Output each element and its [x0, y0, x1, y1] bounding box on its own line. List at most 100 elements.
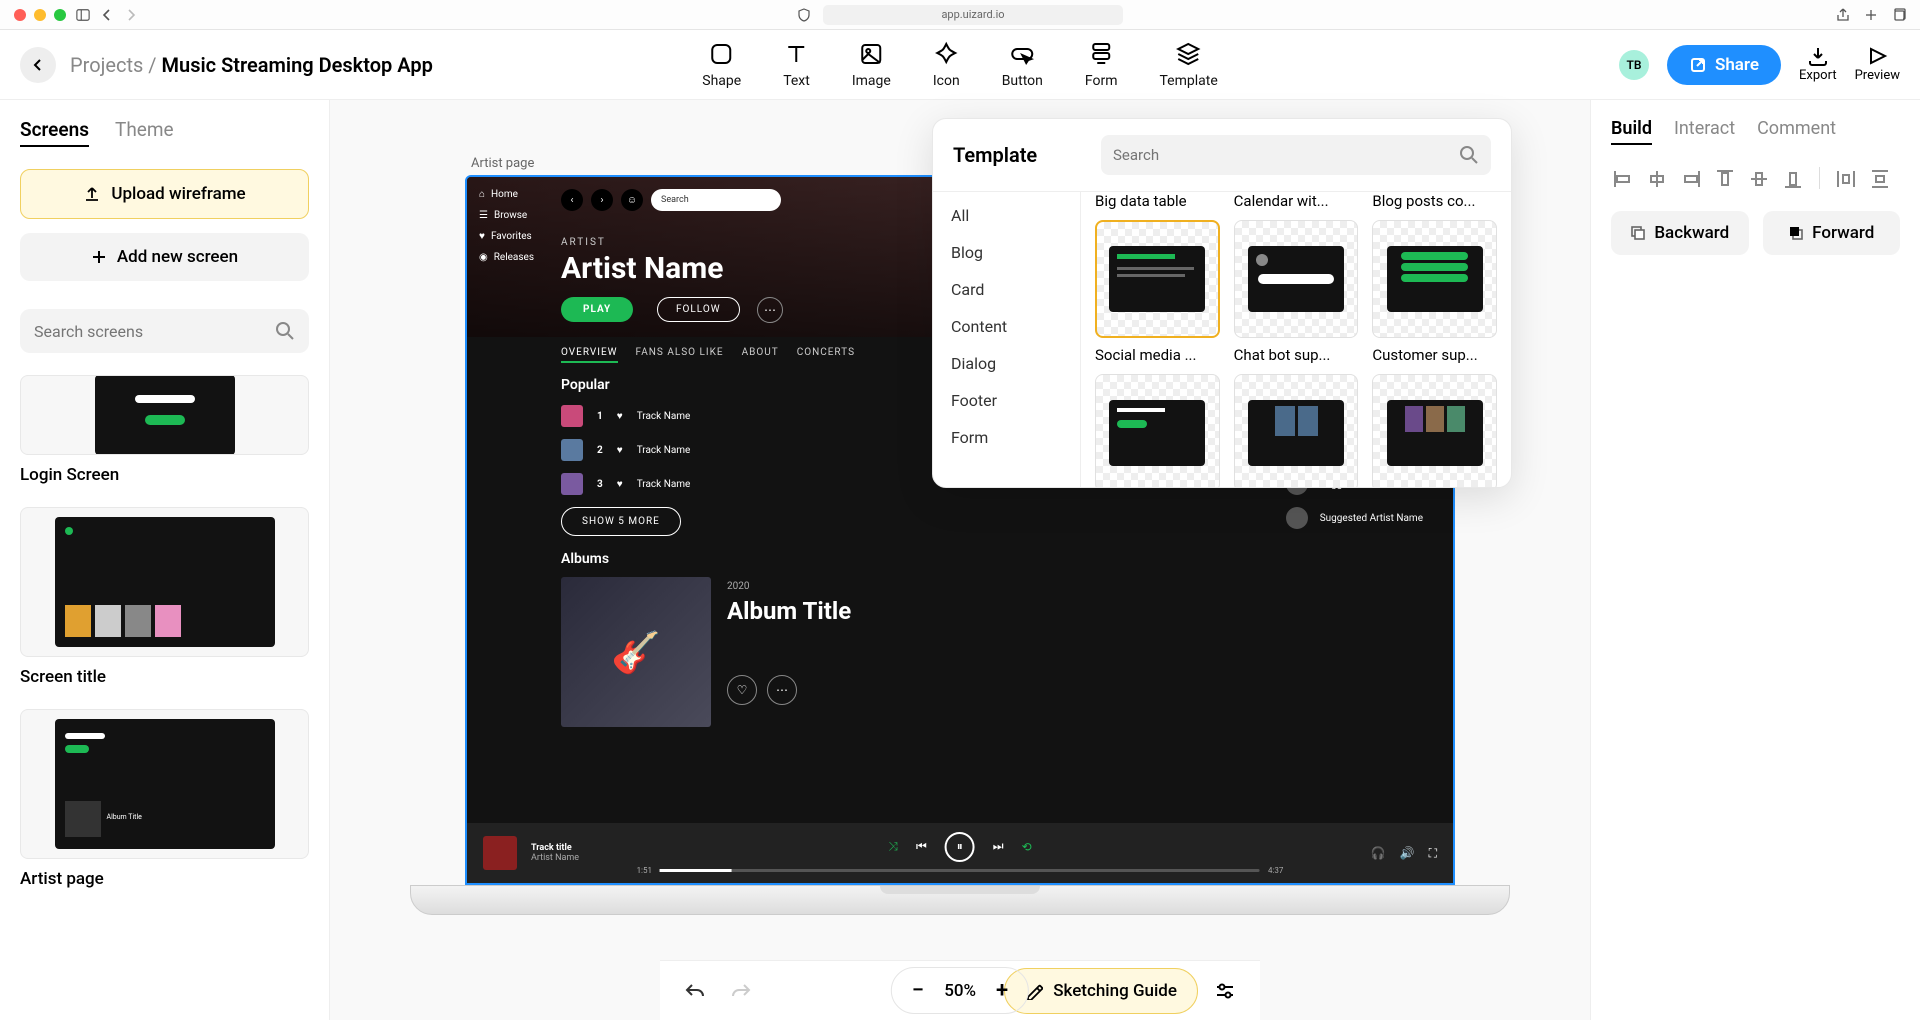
- url-bar[interactable]: app.uizard.io: [823, 5, 1123, 25]
- template-title: Chat bot sup...: [1234, 346, 1359, 364]
- add-screen-button[interactable]: Add new screen: [20, 233, 309, 281]
- template-category[interactable]: Content: [951, 317, 1062, 336]
- app-header: Projects / Music Streaming Desktop App S…: [0, 30, 1920, 100]
- share-button[interactable]: Share: [1667, 45, 1781, 85]
- zoom-in-icon[interactable]: +: [996, 978, 1008, 1003]
- canvas-bottom-bar: − 50% + Sketching Guide: [660, 960, 1260, 1020]
- tool-shape[interactable]: Shape: [702, 41, 741, 89]
- preview-button[interactable]: Preview: [1855, 46, 1900, 83]
- template-search[interactable]: [1101, 135, 1491, 175]
- template-title: Calendar wit...: [1234, 192, 1359, 210]
- close-window-icon[interactable]: [14, 9, 26, 21]
- forward-icon[interactable]: [124, 8, 138, 22]
- maximize-window-icon[interactable]: [54, 9, 66, 21]
- sketching-guide-button[interactable]: Sketching Guide: [1004, 968, 1198, 1014]
- user-icon: ☺: [621, 189, 643, 211]
- align-left-icon[interactable]: [1611, 167, 1635, 191]
- heart-icon: ♥: [479, 231, 485, 242]
- left-panel: Screens Theme Upload wireframe Add new s…: [0, 100, 330, 1020]
- sidebar-toggle-icon[interactable]: [76, 8, 90, 22]
- shield-icon[interactable]: [797, 8, 811, 22]
- template-category[interactable]: Blog: [951, 243, 1062, 262]
- template-category[interactable]: Card: [951, 280, 1062, 299]
- upload-wireframe-button[interactable]: Upload wireframe: [20, 169, 309, 219]
- screen-thumbnail-screen-title[interactable]: Screen title: [20, 507, 309, 687]
- window-traffic-lights: [14, 9, 66, 21]
- breadcrumb[interactable]: Projects / Music Streaming Desktop App: [70, 53, 433, 77]
- undo-button[interactable]: [684, 981, 706, 1001]
- suggested-artist: Suggested Artist Name: [1286, 507, 1423, 529]
- pause-icon: ⏸: [945, 832, 975, 862]
- mockup-player: Track titleArtist Name ⤨ ⏮ ⏸ ⏭ ⟲ 1:514:3…: [467, 823, 1453, 883]
- minimize-window-icon[interactable]: [34, 9, 46, 21]
- tab-interact[interactable]: Interact: [1674, 118, 1735, 145]
- screen-thumbnail-login[interactable]: Login Screen: [20, 375, 309, 485]
- search-screens-field[interactable]: [34, 322, 275, 341]
- share-icon[interactable]: [1836, 8, 1850, 22]
- distribute-v-icon[interactable]: [1868, 167, 1892, 191]
- album-art: 🎸: [561, 577, 711, 727]
- mockup-search: Search: [651, 189, 781, 211]
- template-title: Social media ...: [1095, 346, 1220, 364]
- back-button[interactable]: [20, 47, 56, 83]
- tool-icon[interactable]: Icon: [933, 41, 960, 89]
- settings-icon[interactable]: [1214, 981, 1236, 1001]
- template-card[interactable]: [1095, 374, 1220, 487]
- mockup-play-button: PLAY: [561, 297, 633, 322]
- alignment-controls: [1611, 167, 1900, 191]
- new-tab-icon[interactable]: [1864, 8, 1878, 22]
- backward-button[interactable]: Backward: [1611, 211, 1749, 255]
- align-bottom-icon[interactable]: [1781, 167, 1805, 191]
- tool-template[interactable]: Template: [1159, 41, 1217, 89]
- tab-theme[interactable]: Theme: [115, 118, 174, 147]
- template-category[interactable]: Footer: [951, 391, 1062, 410]
- back-icon[interactable]: [100, 8, 114, 22]
- right-panel: Build Interact Comment Backward Forward: [1590, 100, 1920, 1020]
- tool-image[interactable]: Image: [852, 41, 891, 89]
- redo-button[interactable]: [730, 981, 752, 1001]
- zoom-control[interactable]: − 50% +: [891, 967, 1029, 1014]
- tool-form[interactable]: Form: [1085, 41, 1118, 89]
- align-right-icon[interactable]: [1679, 167, 1703, 191]
- template-category[interactable]: Form: [951, 428, 1062, 447]
- forward-button[interactable]: Forward: [1763, 211, 1901, 255]
- template-card[interactable]: [1095, 220, 1220, 338]
- tab-build[interactable]: Build: [1611, 118, 1652, 145]
- tab-comment[interactable]: Comment: [1757, 118, 1836, 145]
- search-icon: [1459, 145, 1479, 165]
- align-top-icon[interactable]: [1713, 167, 1737, 191]
- tab-screens[interactable]: Screens: [20, 118, 89, 147]
- template-title: Customer sup...: [1372, 346, 1497, 364]
- tool-text[interactable]: Text: [783, 41, 810, 89]
- template-card[interactable]: [1372, 374, 1497, 487]
- nav-forward-icon: ›: [591, 189, 613, 211]
- breadcrumb-root: Projects: [70, 53, 143, 77]
- align-center-h-icon[interactable]: [1645, 167, 1669, 191]
- tabs-icon[interactable]: [1892, 8, 1906, 22]
- template-card[interactable]: [1372, 220, 1497, 338]
- template-category[interactable]: All: [951, 206, 1062, 225]
- export-button[interactable]: Export: [1799, 46, 1837, 83]
- screen-thumbnail-artist-page[interactable]: Album Title Artist page: [20, 709, 309, 889]
- releases-icon: ◉: [479, 252, 488, 263]
- artist-name: Artist Name: [561, 251, 723, 286]
- insert-toolbar: Shape Text Image Icon Button Form Templa…: [702, 41, 1218, 89]
- track-row: 3♥Track Name: [561, 473, 690, 495]
- show-more-button: SHOW 5 MORE: [561, 507, 681, 536]
- fullscreen-icon: ⛶: [1429, 846, 1437, 861]
- tool-button[interactable]: Button: [1002, 41, 1043, 89]
- more-icon: ⋯: [767, 675, 797, 705]
- album-title: Album Title: [727, 597, 851, 625]
- browse-icon: ☰: [479, 210, 488, 221]
- shuffle-icon: ⤨: [888, 839, 898, 854]
- user-avatar[interactable]: TB: [1619, 50, 1649, 80]
- template-card[interactable]: [1234, 220, 1359, 338]
- template-search-field[interactable]: [1113, 146, 1459, 164]
- template-category[interactable]: Dialog: [951, 354, 1062, 373]
- template-card[interactable]: [1234, 374, 1359, 487]
- zoom-out-icon[interactable]: −: [912, 978, 924, 1003]
- album-year: 2020: [727, 581, 749, 592]
- search-screens-input[interactable]: [20, 309, 309, 353]
- align-center-v-icon[interactable]: [1747, 167, 1771, 191]
- distribute-h-icon[interactable]: [1834, 167, 1858, 191]
